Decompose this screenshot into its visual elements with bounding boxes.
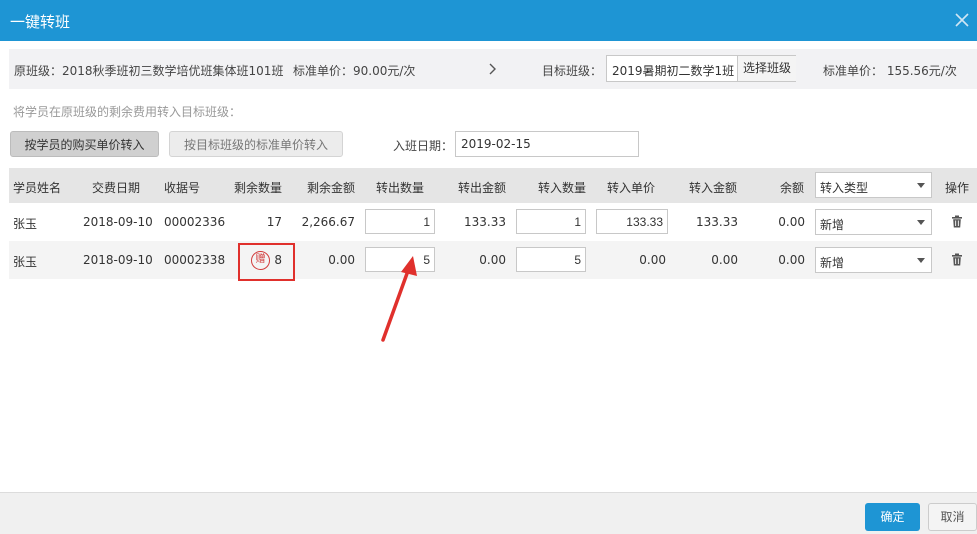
- in-price-input[interactable]: [596, 209, 668, 234]
- trash-icon[interactable]: [951, 253, 963, 266]
- target-class-value: 2019暑期初二数学1班: [612, 64, 735, 78]
- out-qty-input[interactable]: [365, 209, 435, 234]
- in-qty-input[interactable]: [516, 209, 586, 234]
- th-out-amt: 转出金额: [458, 181, 507, 195]
- th-remain-qty: 剩余数量: [234, 181, 283, 195]
- target-price-label: 标准单价： 155.56元/次: [823, 64, 957, 78]
- table-row: 张玉 2018-09-10 00002336 17 2,266.67 133.3…: [9, 203, 977, 241]
- dialog-title: 一键转班: [10, 13, 71, 31]
- cell-remain-qty: 17: [266, 215, 282, 229]
- chevron-down-icon: [917, 183, 925, 188]
- cell-balance: 0.00: [778, 215, 805, 229]
- transfer-type-select[interactable]: 新增: [815, 247, 932, 273]
- chevron-down-icon: [917, 258, 925, 263]
- th-remain-amt: 剩余金额: [307, 181, 356, 195]
- cell-receipt: 00002338: [164, 253, 226, 267]
- cell-in-price: 0.00: [639, 253, 666, 267]
- class-info-bar: 原班级：2018秋季班初三数学培优班集体班101班 标准单价：90.00元/次 …: [9, 49, 977, 89]
- dialog-titlebar: 一键转班: [0, 0, 977, 41]
- transfer-type-select[interactable]: 新增: [815, 209, 932, 235]
- target-class-field: 2019暑期初二数学1班 选择班级: [606, 55, 796, 82]
- cell-remain-amt: 0.00: [328, 253, 355, 267]
- transfer-by-standard-price-button[interactable]: 按目标班级的标准单价转入: [169, 131, 343, 157]
- cell-name: 张玉: [13, 217, 38, 231]
- select-class-button[interactable]: 选择班级: [737, 56, 796, 81]
- th-balance: 余额: [780, 181, 805, 195]
- target-class-label: 目标班级：: [542, 64, 603, 78]
- cancel-button[interactable]: 取消: [928, 503, 977, 531]
- cell-in-amt: 0.00: [711, 253, 738, 267]
- th-out-qty: 转出数量: [376, 181, 425, 195]
- cell-balance: 0.00: [778, 253, 805, 267]
- transfer-type-header-select[interactable]: 转入类型: [815, 172, 932, 198]
- transfer-type-value: 新增: [820, 218, 845, 232]
- th-in-amt: 转入金额: [689, 181, 738, 195]
- th-action: 操作: [945, 181, 970, 195]
- table-row: 张玉 2018-09-10 00002338 8 0.00 0.00 0.00 …: [9, 241, 977, 279]
- table-header: 学员姓名 交费日期 收据号 剩余数量 剩余金额 转出数量 转出金额 转入数量 转…: [9, 168, 977, 203]
- trash-icon[interactable]: [951, 215, 963, 228]
- th-receipt: 收据号: [164, 181, 201, 195]
- close-icon[interactable]: [951, 9, 973, 31]
- original-price-label: 标准单价：90.00元/次: [293, 64, 416, 78]
- cell-in-amt: 133.33: [696, 215, 738, 229]
- enroll-date-input[interactable]: [455, 131, 639, 157]
- in-qty-input[interactable]: [516, 247, 586, 272]
- cell-receipt: 00002336: [164, 215, 226, 229]
- transfer-hint: 将学员在原班级的剩余费用转入目标班级：: [13, 105, 242, 119]
- th-name: 学员姓名: [13, 181, 62, 195]
- cell-name: 张玉: [13, 255, 38, 269]
- th-pay-date: 交费日期: [92, 181, 141, 195]
- confirm-button[interactable]: 确定: [865, 503, 920, 531]
- th-in-price: 转入单价: [607, 181, 656, 195]
- cell-remain-amt: 2,266.67: [301, 215, 355, 229]
- highlight-box: [238, 243, 295, 281]
- chevron-right-icon: [487, 61, 499, 77]
- cell-pay-date: 2018-09-10: [83, 253, 153, 267]
- cell-pay-date: 2018-09-10: [83, 215, 153, 229]
- original-class-label: 原班级：2018秋季班初三数学培优班集体班101班: [14, 64, 284, 78]
- cell-out-amt: 0.00: [479, 253, 506, 267]
- annotation-arrow: [381, 256, 417, 342]
- enroll-date-label: 入班日期：: [393, 139, 454, 153]
- transfer-type-header-value: 转入类型: [820, 181, 869, 195]
- transfer-by-purchase-price-button[interactable]: 按学员的购买单价转入: [10, 131, 159, 157]
- dialog-footer: 确定 取消: [0, 492, 977, 534]
- chevron-down-icon: [917, 220, 925, 225]
- cell-out-amt: 133.33: [464, 215, 506, 229]
- th-in-qty: 转入数量: [538, 181, 587, 195]
- transfer-type-value: 新增: [820, 256, 845, 270]
